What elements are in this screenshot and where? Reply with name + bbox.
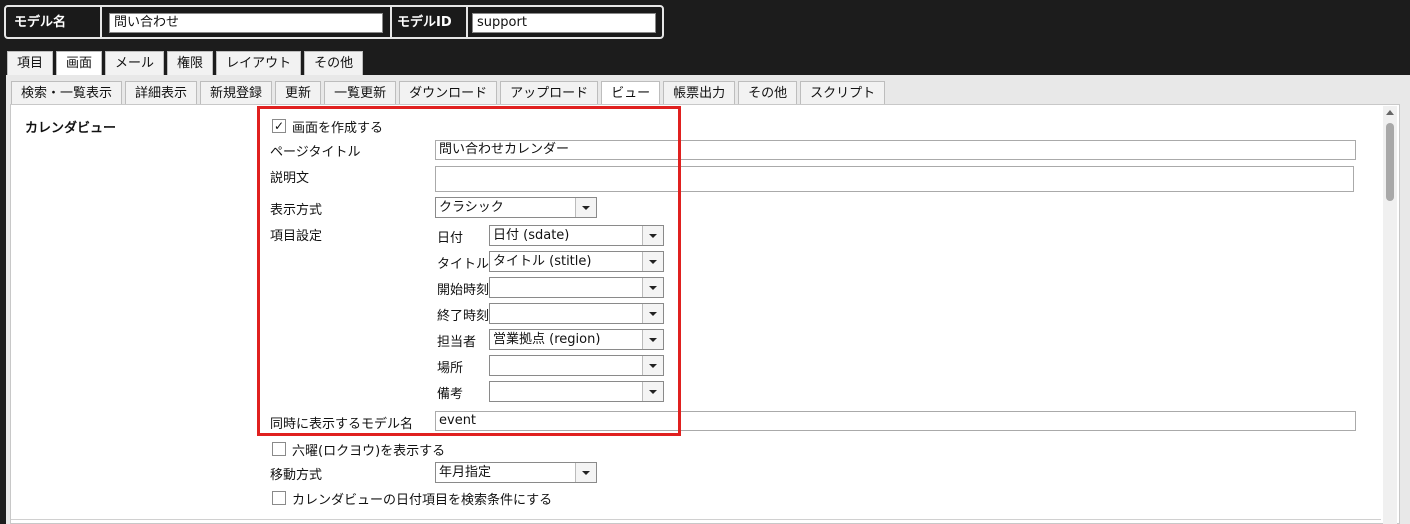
header-divider [100,7,102,37]
date-as-search-checkbox[interactable] [272,491,286,505]
tab-fields[interactable]: 項目 [7,51,54,75]
page-title-label: ページタイトル [270,145,361,160]
tab-download[interactable]: ダウンロード [399,81,498,105]
model-id-label: モデルID [397,15,452,30]
tab-detail[interactable]: 詳細表示 [125,81,198,105]
field-select-title[interactable]: タイトル (stitle) [489,251,664,272]
header-divider [466,7,468,37]
field-select-end-time[interactable] [489,303,664,324]
create-screen-checkbox[interactable]: ✓ [272,119,286,133]
model-header: モデル名 問い合わせ モデルID support [4,5,664,39]
field-value: タイトル (stitle) [493,254,592,269]
create-screen-label: 画面を作成する [292,121,384,136]
model-id-field[interactable]: support [472,13,656,33]
field-value: 営業拠点 (region) [493,332,601,347]
model-name-label: モデル名 [14,15,67,30]
field-label-notes: 備考 [437,387,464,402]
tab-permissions[interactable]: 権限 [167,51,214,75]
screen-sub-tabs: 検索・一覧表示 詳細表示 新規登録 更新 一覧更新 ダウンロード アップロード … [11,81,888,105]
scroll-up-arrow-icon[interactable] [1386,110,1394,115]
co-display-model-label: 同時に表示するモデル名 [270,417,414,432]
field-select-assignee[interactable]: 営業拠点 (region) [489,329,664,350]
tab-sub-other[interactable]: その他 [738,81,798,105]
tab-other[interactable]: その他 [304,51,364,75]
navigation-label: 移動方式 [270,468,323,483]
tab-report-output[interactable]: 帳票出力 [663,81,736,105]
display-mode-select[interactable]: クラシック [435,197,597,218]
tab-mail[interactable]: メール [105,51,165,75]
field-label-title: タイトル [437,257,490,272]
rokuyo-checkbox[interactable] [272,442,286,456]
vertical-scrollbar[interactable] [1383,106,1397,524]
description-label: 説明文 [270,171,310,186]
chevron-down-icon [642,278,663,297]
field-label-assignee: 担当者 [437,335,477,350]
main-tabs: 項目 画面 メール 権限 レイアウト その他 [7,51,366,75]
section-divider [11,519,1381,520]
chevron-down-icon [575,198,596,217]
chevron-down-icon [642,330,663,349]
field-settings-label: 項目設定 [270,229,323,244]
field-label-date: 日付 [437,231,464,246]
tab-new-entry[interactable]: 新規登録 [200,81,273,105]
description-input[interactable] [435,166,1354,192]
page-title-input[interactable]: 問い合わせカレンダー [435,140,1356,160]
tab-layout[interactable]: レイアウト [216,51,302,75]
field-value: 日付 (sdate) [493,228,570,243]
field-select-date[interactable]: 日付 (sdate) [489,225,664,246]
navigation-select[interactable]: 年月指定 [435,462,597,483]
tab-script[interactable]: スクリプト [800,81,886,105]
tab-screen[interactable]: 画面 [56,51,103,75]
co-display-model-input[interactable]: event [435,411,1356,431]
tab-bulk-update[interactable]: 一覧更新 [324,81,397,105]
field-select-start-time[interactable] [489,277,664,298]
field-label-start-time: 開始時刻 [437,283,490,298]
model-name-field[interactable]: 問い合わせ [109,13,383,33]
rokuyo-label: 六曜(ロクヨウ)を表示する [292,444,446,459]
chevron-down-icon [642,252,663,271]
display-mode-label: 表示方式 [270,203,323,218]
chevron-down-icon [642,304,663,323]
chevron-down-icon [642,382,663,401]
checkmark-icon: ✓ [273,119,285,133]
chevron-down-icon [642,226,663,245]
chevron-down-icon [642,356,663,375]
section-title: カレンダビュー [25,121,117,136]
field-select-location[interactable] [489,355,664,376]
tab-search-list[interactable]: 検索・一覧表示 [11,81,123,105]
date-as-search-label: カレンダビューの日付項目を検索条件にする [292,493,553,508]
navigation-value: 年月指定 [439,465,492,480]
header-divider [390,7,392,37]
scroll-thumb[interactable] [1386,123,1394,201]
chevron-down-icon [575,463,596,482]
tab-update[interactable]: 更新 [275,81,322,105]
field-label-end-time: 終了時刻 [437,309,490,324]
display-mode-value: クラシック [439,200,504,215]
tab-upload[interactable]: アップロード [500,81,599,105]
tab-view[interactable]: ビュー [601,81,661,105]
field-select-notes[interactable] [489,381,664,402]
field-label-location: 場所 [437,361,464,376]
